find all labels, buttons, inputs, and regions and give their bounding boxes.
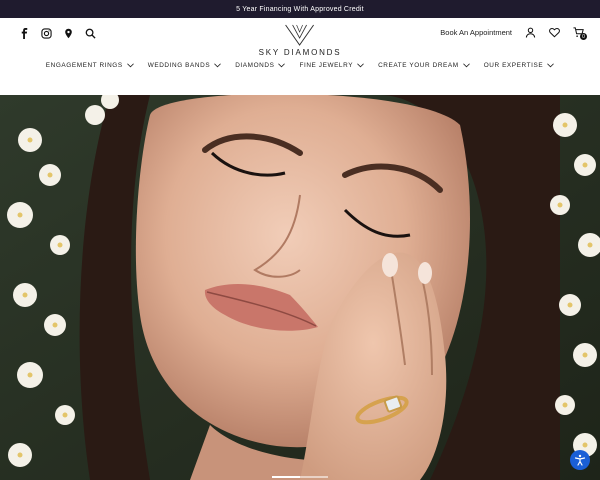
chevron-down-icon [357,63,364,68]
account-icon[interactable] [524,26,536,38]
announcement-text[interactable]: 5 Year Financing With Approved Credit [236,6,364,13]
nav-item-wedding-bands[interactable]: WEDDING BANDS [147,62,222,69]
nav-item-engagement-rings[interactable]: ENGAGEMENT RINGS [46,62,134,69]
brand-name: SKY DIAMONDS [258,48,342,57]
nav-item-fine-jewelry[interactable]: FINE JEWELRY [299,62,364,69]
location-icon[interactable] [62,27,74,39]
chevron-down-icon [547,63,555,68]
nav-item-label: WEDDING BANDS [147,62,211,69]
book-appointment-link[interactable]: Book An Appointment [440,28,512,37]
header-tools: Book An Appointment 0 [440,26,587,40]
nav-item-label: ENGAGEMENT RINGS [45,62,123,69]
chevron-down-icon [126,63,134,68]
social-links [18,27,96,39]
chevron-down-icon [214,63,222,68]
wishlist-icon[interactable] [548,26,560,38]
slide-indicator-2[interactable] [300,476,328,478]
hero-image [0,95,600,480]
cart-icon[interactable]: 0 [572,26,587,40]
cart-count-badge: 0 [580,33,587,40]
nav-item-label: DIAMONDS [235,62,275,69]
announcement-bar: 5 Year Financing With Approved Credit [0,0,600,18]
chevron-down-icon [462,63,470,68]
nav-item-diamonds[interactable]: DIAMONDS [235,62,286,69]
nav-item-label: CREATE YOUR DREAM [378,62,459,69]
slide-indicator-1[interactable] [272,476,300,478]
site-header: SKY DIAMONDS Book An Appointment 0 ENGAG… [0,18,600,95]
search-icon[interactable] [84,27,96,39]
page: 5 Year Financing With Approved Credit SK… [0,0,600,480]
nav-item-our-expertise[interactable]: OUR EXPERTISE [484,62,555,69]
nav-item-create-your-dream[interactable]: CREATE YOUR DREAM [378,62,470,69]
site-logo[interactable]: SKY DIAMONDS [259,24,342,57]
hero-banner[interactable] [0,95,600,480]
chevron-down-icon [278,63,286,68]
nav-item-label: OUR EXPERTISE [483,62,544,69]
accessibility-icon [574,454,586,466]
instagram-icon[interactable] [40,27,52,39]
nav-item-label: FINE JEWELRY [299,62,354,69]
facebook-icon[interactable] [18,27,30,39]
accessibility-button[interactable] [570,450,590,470]
main-navigation: ENGAGEMENT RINGS WEDDING BANDS DIAMONDS … [0,62,600,69]
diamond-logo-icon [285,24,315,46]
slide-indicators [272,476,328,478]
